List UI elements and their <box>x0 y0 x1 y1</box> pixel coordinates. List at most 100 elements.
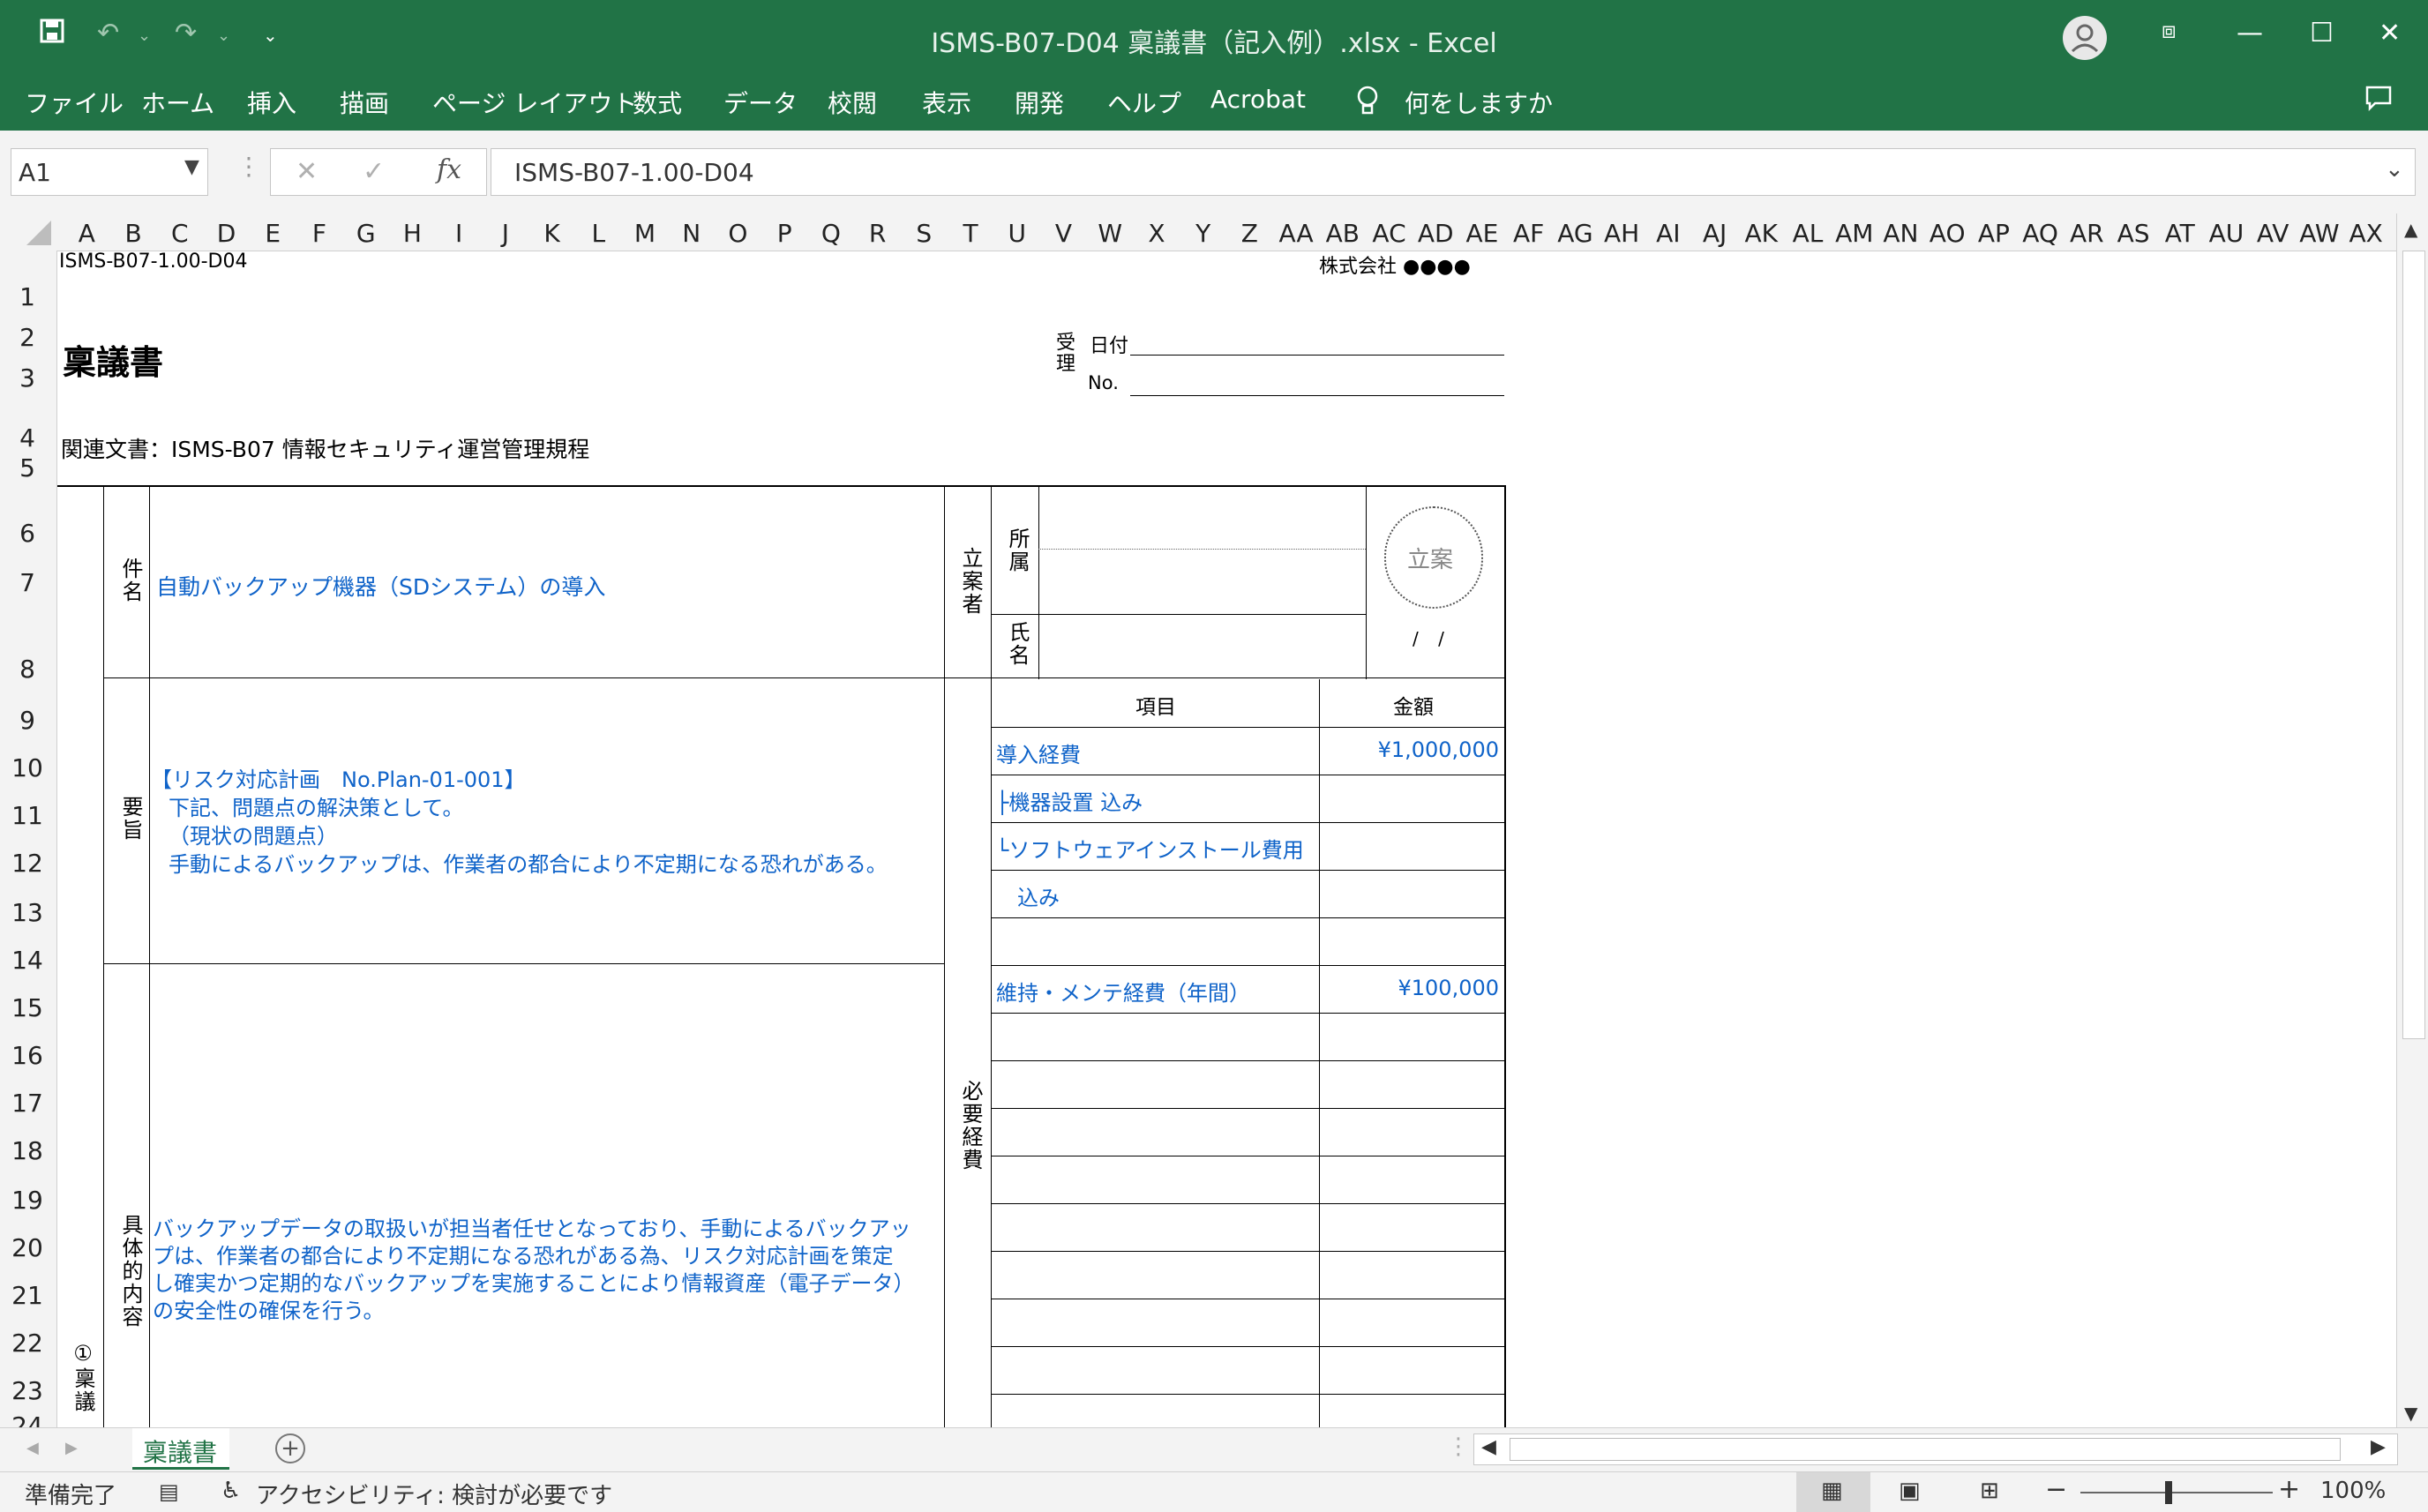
zoom-slider-track[interactable] <box>2080 1492 2273 1493</box>
scroll-down-icon[interactable]: ▼ <box>2404 1403 2417 1424</box>
cost-item[interactable]: 維持・メンテ経費（年間） <box>996 976 1250 1007</box>
row-header[interactable]: 10 <box>0 753 55 782</box>
column-header[interactable]: P <box>761 219 808 248</box>
column-header[interactable]: AJ <box>1691 219 1738 248</box>
row-header[interactable]: 18 <box>0 1136 55 1165</box>
column-header[interactable]: AU <box>2203 219 2250 248</box>
row-header[interactable]: 15 <box>0 993 55 1022</box>
column-header[interactable]: K <box>528 219 575 248</box>
column-header[interactable]: AE <box>1459 219 1506 248</box>
column-header[interactable]: M <box>622 219 669 248</box>
tell-me-search[interactable]: 何をしますか <box>1405 85 1553 120</box>
column-header[interactable]: J <box>482 219 528 248</box>
vertical-scrollbar[interactable]: ▲ ▼ <box>2396 213 2428 1427</box>
column-header[interactable]: Y <box>1180 219 1226 248</box>
tab-view[interactable]: 表示 <box>922 85 971 120</box>
cost-item[interactable]: └ソフトウェアインストール費用 <box>996 833 1304 864</box>
column-header[interactable]: I <box>436 219 483 248</box>
column-header[interactable]: AQ <box>2017 219 2064 248</box>
tab-developer[interactable]: 開発 <box>1015 85 1064 120</box>
column-header[interactable]: A <box>64 219 110 248</box>
row-header[interactable]: 4 <box>0 423 55 453</box>
sheet-tab-active[interactable]: 稟議書 <box>132 1428 229 1470</box>
cost-item[interactable]: ├機器設置 込み <box>996 785 1143 816</box>
column-header[interactable]: AM <box>1831 219 1877 248</box>
cost-amount[interactable]: ¥100,000 <box>1324 976 1499 1000</box>
scroll-right-icon[interactable]: ▶ <box>2371 1436 2386 1458</box>
column-header[interactable]: E <box>250 219 296 248</box>
column-header[interactable]: L <box>575 219 622 248</box>
column-header[interactable]: AD <box>1413 219 1459 248</box>
name-box-dropdown-icon[interactable]: ▼ <box>184 156 199 178</box>
column-header[interactable]: T <box>948 219 994 248</box>
cancel-icon[interactable]: ✕ <box>296 156 318 187</box>
h-scroll-thumb[interactable] <box>1510 1438 2341 1461</box>
tab-review[interactable]: 校閲 <box>828 85 877 120</box>
column-header[interactable]: S <box>901 219 948 248</box>
cost-amount[interactable]: ¥1,000,000 <box>1324 737 1499 762</box>
zoom-in-icon[interactable]: + <box>2278 1474 2300 1505</box>
zoom-level[interactable]: 100% <box>2320 1478 2386 1504</box>
lightbulb-icon[interactable] <box>1354 85 1381 123</box>
prev-sheet-icon[interactable]: ◀ <box>26 1439 39 1457</box>
accessibility-status[interactable]: アクセシビリティ: 検討が必要です <box>256 1478 612 1510</box>
row-header[interactable]: 11 <box>0 801 55 830</box>
column-header[interactable]: AX <box>2342 219 2389 248</box>
column-header[interactable]: AP <box>1971 219 2018 248</box>
name-box[interactable]: A1 ▼ <box>11 148 208 196</box>
page-layout-view-icon[interactable]: ▣ <box>1899 1478 1921 1504</box>
column-header[interactable]: G <box>342 219 389 248</box>
tab-acrobat[interactable]: Acrobat <box>1210 85 1306 114</box>
column-header[interactable]: AB <box>1319 219 1366 248</box>
tab-data[interactable]: データ <box>723 85 798 120</box>
subject-value[interactable]: 自動バックアップ機器（SDシステム）の導入 <box>156 570 605 602</box>
column-header[interactable]: AW <box>2297 219 2343 248</box>
row-header[interactable]: 19 <box>0 1186 55 1215</box>
column-header[interactable]: AC <box>1366 219 1413 248</box>
column-header[interactable]: Z <box>1226 219 1273 248</box>
tab-draw[interactable]: 描画 <box>340 85 389 120</box>
maximize-icon[interactable]: ☐ <box>2310 18 2334 49</box>
more-options-icon[interactable]: ⋮ <box>236 152 261 181</box>
row-header[interactable]: 13 <box>0 898 55 927</box>
column-header[interactable]: AF <box>1505 219 1552 248</box>
scroll-left-icon[interactable]: ◀ <box>1481 1436 1496 1458</box>
column-header[interactable]: AA <box>1273 219 1320 248</box>
column-header[interactable]: AL <box>1785 219 1832 248</box>
formula-input[interactable]: ISMS-B07-1.00-D04 ⌄ <box>491 148 2416 196</box>
column-header[interactable]: V <box>1040 219 1087 248</box>
add-sheet-icon[interactable]: + <box>275 1433 305 1463</box>
row-header[interactable]: 2 <box>0 323 55 352</box>
tab-split-handle[interactable]: ⋮ <box>1447 1433 1470 1460</box>
column-header[interactable]: C <box>156 219 203 248</box>
tab-help[interactable]: ヘルプ <box>1107 85 1181 120</box>
column-header[interactable]: AN <box>1877 219 1924 248</box>
macro-record-icon[interactable]: ▤ <box>159 1479 179 1504</box>
column-header[interactable]: AR <box>2064 219 2110 248</box>
tab-home[interactable]: ホーム <box>141 85 214 120</box>
insert-function-icon[interactable]: fx <box>437 154 461 185</box>
row-header[interactable]: 16 <box>0 1041 55 1070</box>
close-icon[interactable]: ✕ <box>2379 18 2401 49</box>
row-header[interactable]: 7 <box>0 568 55 597</box>
column-header[interactable]: AG <box>1552 219 1599 248</box>
comments-icon[interactable] <box>2364 85 2393 118</box>
tab-page-layout[interactable]: ページ レイアウト <box>432 85 637 120</box>
column-header[interactable]: F <box>296 219 343 248</box>
zoom-slider-thumb[interactable] <box>2165 1481 2172 1504</box>
normal-view-button[interactable]: ▦ <box>1796 1472 1870 1512</box>
column-header[interactable]: AH <box>1599 219 1645 248</box>
column-header[interactable]: Q <box>808 219 855 248</box>
tab-formulas[interactable]: 数式 <box>633 85 682 120</box>
column-header[interactable]: D <box>203 219 250 248</box>
row-header[interactable]: 3 <box>0 363 55 393</box>
scroll-thumb[interactable] <box>2402 251 2425 1039</box>
row-header[interactable]: 9 <box>0 706 55 735</box>
row-header[interactable]: 14 <box>0 946 55 975</box>
column-header[interactable]: O <box>715 219 761 248</box>
ribbon-display-icon[interactable]: ⧈ <box>2162 18 2177 45</box>
row-header[interactable]: 6 <box>0 519 55 548</box>
horizontal-scrollbar[interactable]: ◀ ▶ <box>1473 1433 2398 1465</box>
cost-item[interactable]: 込み <box>996 880 1060 911</box>
row-header[interactable]: 12 <box>0 849 55 878</box>
